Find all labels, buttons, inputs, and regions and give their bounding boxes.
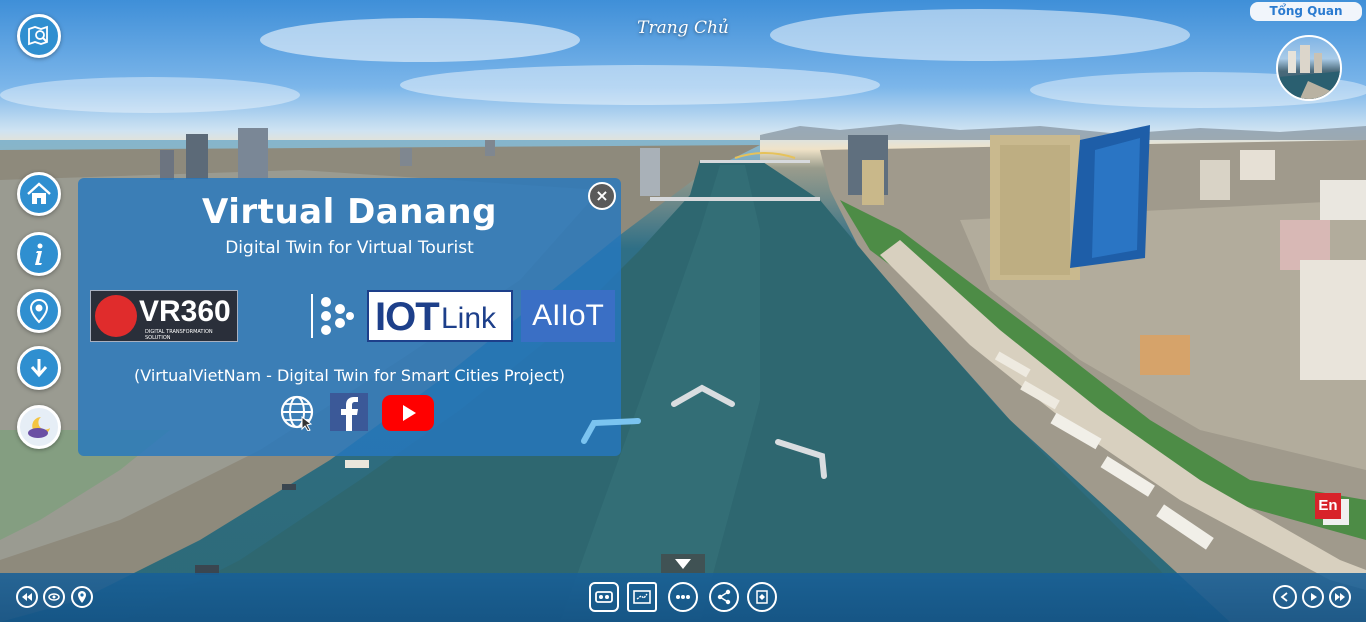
vr360-tagline: DIGITAL TRANSFORMATION SOLUTION [145,329,213,341]
night-mode-button[interactable] [17,405,61,449]
download-icon [30,359,48,378]
play-button[interactable] [1302,586,1324,608]
scene-thumbnail[interactable] [1276,35,1342,101]
toolbar-collapse-button[interactable] [661,554,705,573]
language-label: En [1315,493,1341,519]
gyro-button[interactable] [747,582,777,612]
forward-icon [1335,593,1345,601]
floorplan-icon [633,590,651,604]
orbit-button[interactable] [43,586,65,608]
map-search-icon [28,25,48,46]
scene-title: Trang Chủ [637,18,729,38]
play-icon [1311,593,1317,601]
location-button[interactable] [17,289,61,333]
home-icon [27,182,51,204]
back-icon [1280,592,1288,602]
more-button[interactable] [668,582,698,612]
panorama-viewport[interactable]: Trang Chủ Tổng Quan Virtual Danang Digit… [0,0,1366,622]
overview-button[interactable]: Tổng Quan [1250,2,1362,21]
vr-headset-icon [595,591,613,603]
hotspot-arrow-right-icon[interactable] [774,436,832,480]
location-pin-icon [29,298,49,324]
location-icon [78,591,86,603]
gyro-icon [756,590,768,604]
rewind-icon [22,593,32,601]
triangle-down-icon [675,559,691,569]
share-button[interactable] [709,582,739,612]
panel-subtitle: Digital Twin for Virtual Tourist [225,238,474,258]
map-search-button[interactable] [17,14,61,58]
language-button[interactable]: En [1315,493,1349,525]
aiiot-logo[interactable]: AIIoT [521,290,615,342]
info-panel: Virtual Danang Digital Twin for Virtual … [78,178,621,456]
info-icon [35,243,43,265]
facebook-link[interactable] [330,393,368,431]
back-button[interactable] [1273,585,1297,609]
youtube-link[interactable] [382,395,434,431]
iotlink-logo-link: Link [441,302,497,335]
share-icon [717,589,731,605]
download-button[interactable] [17,346,61,390]
facebook-icon [341,397,358,431]
info-button[interactable] [17,232,61,276]
vr360-mascot-icon [95,295,137,337]
home-button[interactable] [17,172,61,216]
panel-note: (VirtualVietNam - Digital Twin for Smart… [134,366,565,385]
dts-network-icon [311,294,354,338]
vr-mode-button[interactable] [589,582,619,612]
night-mode-icon [28,417,50,438]
globe-icon [280,395,314,432]
forward-button[interactable] [1329,586,1351,608]
panel-title: Virtual Danang [202,192,497,232]
website-link[interactable] [278,393,316,432]
youtube-play-icon [403,405,416,421]
vr360-logo[interactable]: VR360 DIGITAL TRANSFORMATION SOLUTION [90,290,238,342]
iotlink-logo-iot: IOT [375,295,440,339]
hotspot-arrow-left-icon[interactable] [580,415,642,445]
vr360-logo-text: VR360 [139,295,231,328]
iotlink-logo[interactable]: IOT Link [367,290,513,342]
more-icon [676,595,690,599]
floorplan-button[interactable] [627,582,657,612]
bottom-toolbar [0,573,1366,622]
close-button[interactable]: × [588,182,616,210]
location-bottom-button[interactable] [71,586,93,608]
rewind-button[interactable] [16,586,38,608]
hotspot-arrow-forward-icon[interactable] [670,384,736,410]
orbit-icon [48,593,60,601]
dts-logo[interactable] [306,290,356,342]
